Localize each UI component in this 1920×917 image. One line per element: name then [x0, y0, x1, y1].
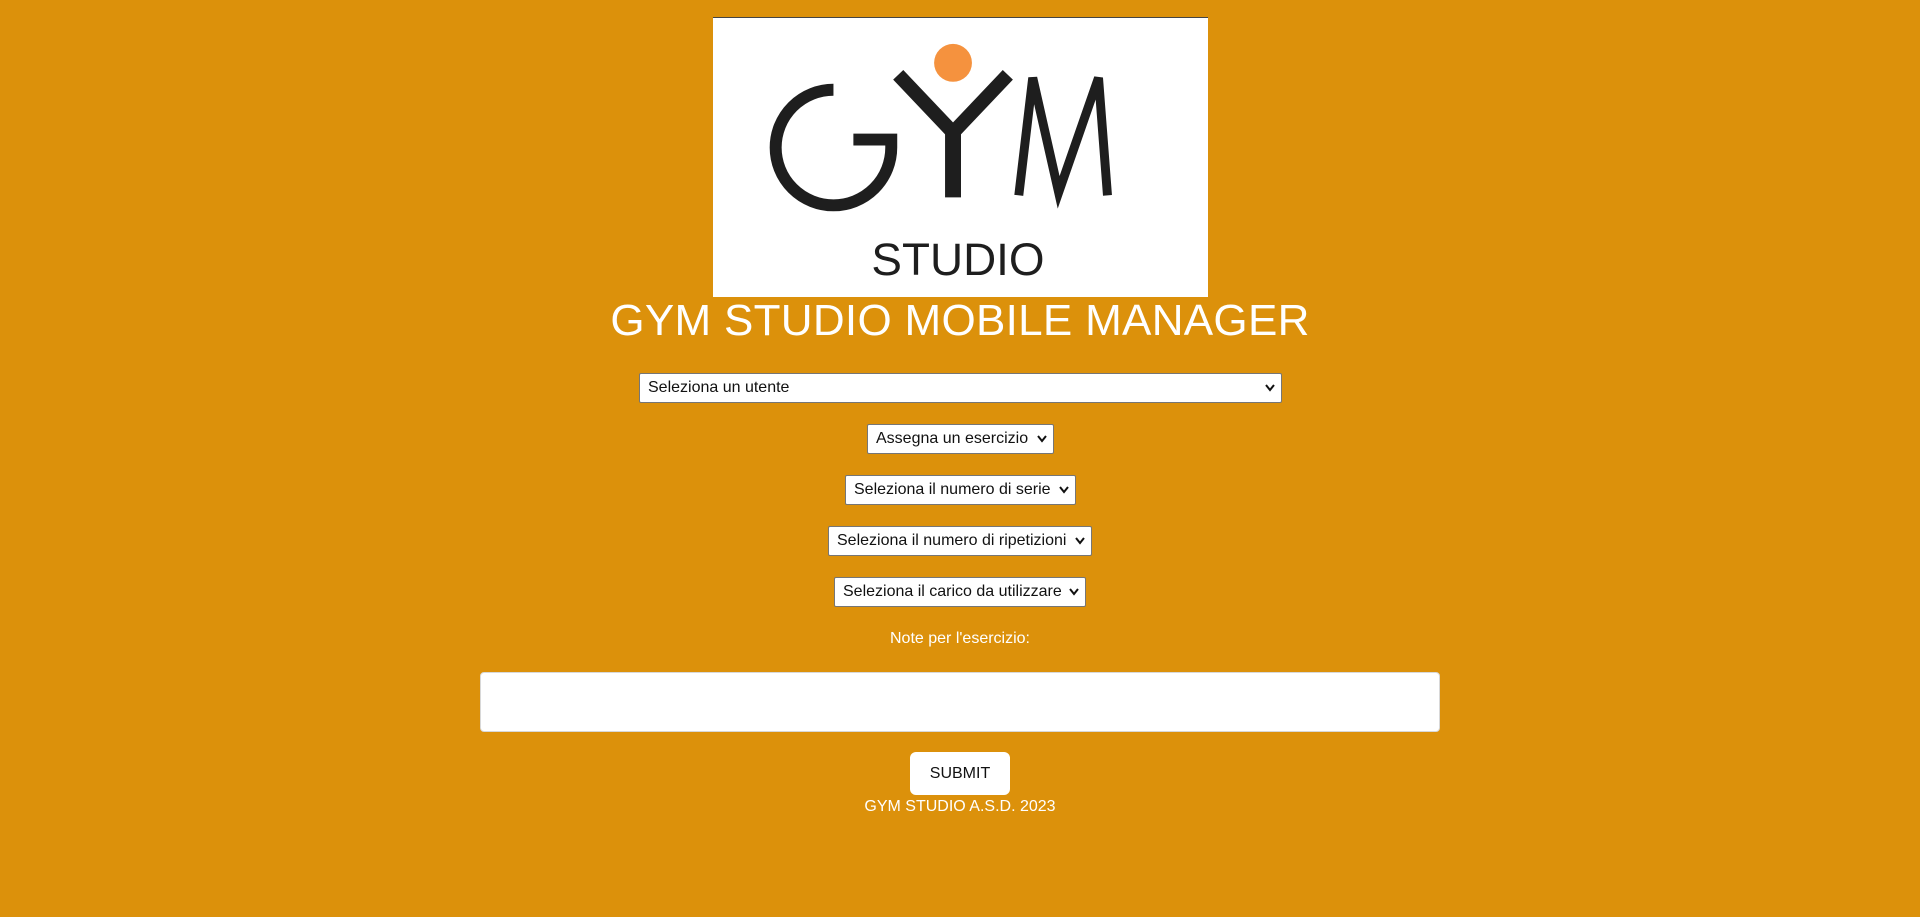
chevron-down-icon [1036, 425, 1048, 453]
logo-subtext: STUDIO [871, 234, 1044, 285]
notes-input[interactable] [480, 672, 1440, 732]
chevron-down-icon [1068, 578, 1080, 606]
load-select-value: Seleziona il carico da utilizzare [843, 583, 1062, 600]
notes-label: Note per l'esercizio: [890, 630, 1030, 647]
exercise-select[interactable]: Assegna un esercizio [867, 424, 1054, 454]
user-select-value: Seleziona un utente [648, 379, 790, 396]
page: STUDIO GYM STUDIO MOBILE MANAGER Selezio… [0, 0, 1920, 917]
chevron-down-icon [1264, 374, 1276, 402]
chevron-down-icon [1074, 527, 1086, 555]
reps-select[interactable]: Seleziona il numero di ripetizioni [828, 526, 1092, 556]
submit-button[interactable]: SUBMIT [910, 752, 1010, 795]
chevron-down-icon [1058, 476, 1070, 504]
series-select-value: Seleziona il numero di serie [854, 481, 1051, 498]
reps-select-value: Seleziona il numero di ripetizioni [837, 532, 1067, 549]
load-select[interactable]: Seleziona il carico da utilizzare [834, 577, 1086, 607]
page-title: GYM STUDIO MOBILE MANAGER [610, 296, 1310, 345]
logo-graphic: STUDIO [769, 43, 1112, 285]
user-select[interactable]: Seleziona un utente [639, 373, 1282, 403]
series-select[interactable]: Seleziona il numero di serie [845, 475, 1076, 505]
exercise-select-value: Assegna un esercizio [876, 430, 1029, 447]
footer-text: GYM STUDIO A.S.D. 2023 [864, 798, 1056, 815]
gym-studio-logo: STUDIO [713, 17, 1208, 297]
